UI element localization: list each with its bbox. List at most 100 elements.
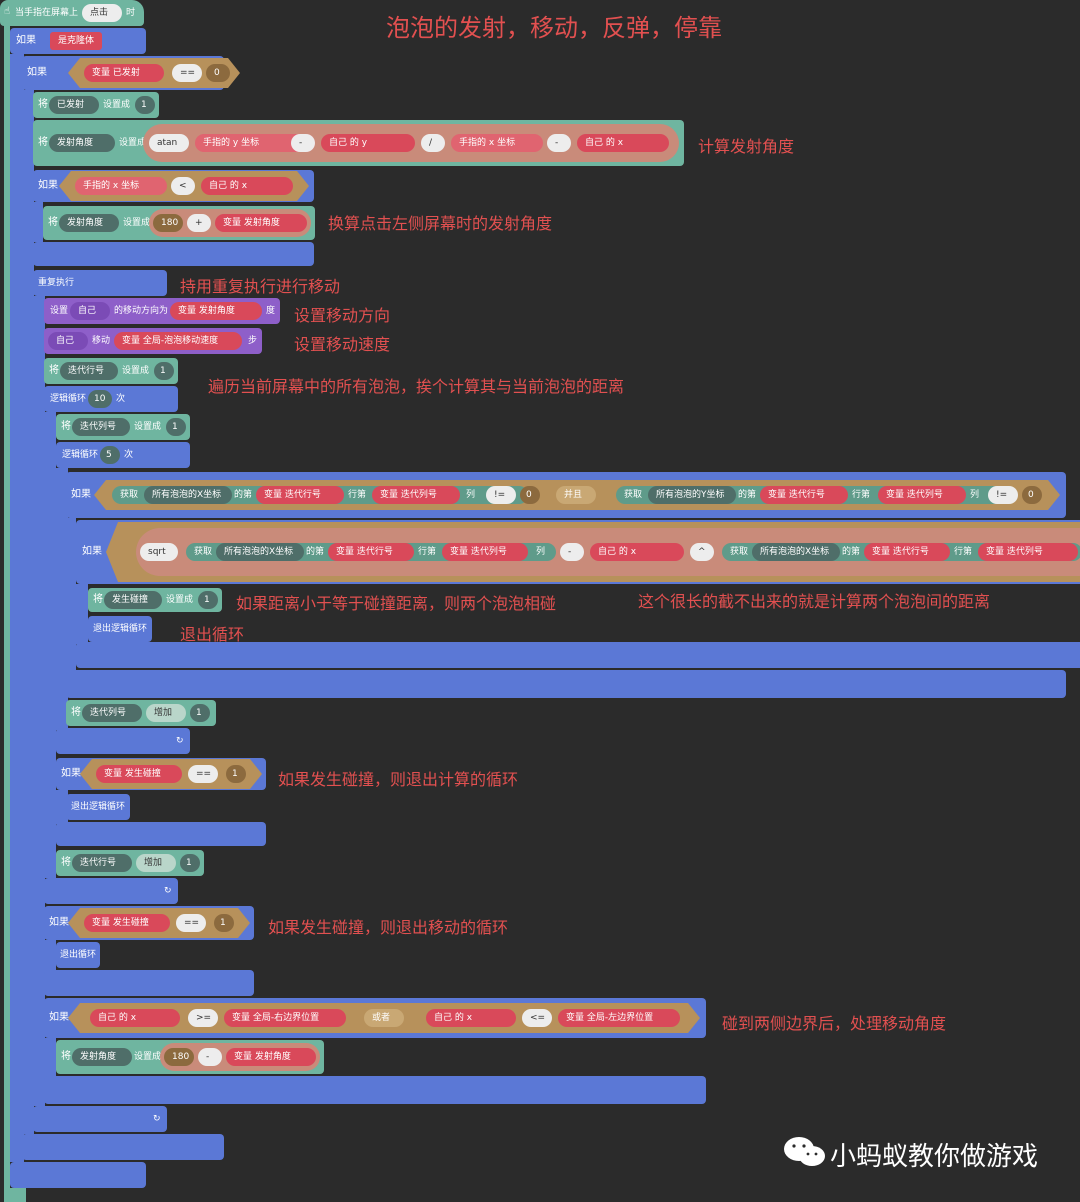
- or-op[interactable]: 或者: [364, 1009, 404, 1027]
- self-x[interactable]: 自己 的 x: [201, 177, 293, 195]
- var-col[interactable]: 变量 迭代列号: [372, 486, 460, 504]
- pow-op[interactable]: ^: [690, 543, 714, 561]
- value-5[interactable]: 5: [100, 446, 120, 464]
- exit-loop-block[interactable]: 退出循环: [56, 942, 100, 968]
- if-distance-block[interactable]: 如果 sqrt 获取 所有泡泡的X坐标 的第 变量 迭代行号 行第 变量 迭代列…: [76, 520, 1080, 584]
- minus-op[interactable]: -: [547, 134, 571, 152]
- row-var-dropdown[interactable]: 迭代行号: [72, 854, 132, 872]
- var-row[interactable]: 变量 迭代行号: [328, 543, 414, 561]
- sqrt-fn[interactable]: sqrt: [140, 543, 178, 561]
- if-bounds-block[interactable]: 如果 自己 的 x >= 变量 全局-右边界位置 或者 自己 的 x <= 变量…: [44, 998, 706, 1038]
- exit-logic-loop-block-2[interactable]: 退出逻辑循环: [66, 794, 130, 820]
- lt-op[interactable]: <: [171, 177, 195, 195]
- var-speed[interactable]: 变量 全局-泡泡移动速度: [114, 332, 242, 350]
- inc-op[interactable]: 增加: [136, 854, 176, 872]
- finger-x[interactable]: 手指的 x 坐标: [75, 177, 167, 195]
- angle-var-dropdown[interactable]: 发射角度: [49, 134, 115, 152]
- angle-var-dropdown[interactable]: 发射角度: [72, 1048, 132, 1066]
- eq-op[interactable]: ==: [188, 765, 218, 783]
- fired-var-dropdown[interactable]: 已发射: [49, 96, 99, 114]
- exit-logic-loop-block[interactable]: 退出逻辑循环: [88, 616, 152, 642]
- minus-op[interactable]: -: [560, 543, 584, 561]
- all-x-dropdown[interactable]: 所有泡泡的X坐标: [216, 543, 304, 561]
- inc-col-block[interactable]: 将 迭代列号 增加 1: [66, 700, 216, 726]
- is-clone-condition[interactable]: 是克隆体: [50, 32, 102, 50]
- if-collide-calc-block[interactable]: 如果 变量 发生碰撞 == 1: [56, 758, 266, 790]
- event-dropdown[interactable]: 点击: [82, 4, 122, 22]
- var-right-bound[interactable]: 变量 全局-右边界位置: [224, 1009, 346, 1027]
- set-angle-left-block[interactable]: 将 发射角度 设置成 180 + 变量 发射角度: [43, 206, 315, 240]
- collide-var-dropdown[interactable]: 发生碰撞: [104, 591, 162, 609]
- loop-5-block[interactable]: 逻辑循环 5 次: [56, 442, 190, 468]
- value-1[interactable]: 1: [154, 362, 174, 380]
- self-x[interactable]: 自己 的 x: [577, 134, 669, 152]
- col-var-dropdown[interactable]: 迭代列号: [82, 704, 142, 722]
- self-x[interactable]: 自己 的 x: [426, 1009, 516, 1027]
- plus-op[interactable]: +: [187, 214, 211, 232]
- row-var-dropdown[interactable]: 迭代行号: [60, 362, 118, 380]
- move-block[interactable]: 自己 移动 变量 全局-泡泡移动速度 步: [44, 328, 262, 354]
- set-fired-block[interactable]: 将 已发射 设置成 1: [33, 92, 159, 118]
- minus-op[interactable]: -: [198, 1048, 222, 1066]
- ge-op[interactable]: >=: [188, 1009, 218, 1027]
- col-var-dropdown[interactable]: 迭代列号: [72, 418, 130, 436]
- value-10[interactable]: 10: [88, 390, 112, 408]
- var-angle[interactable]: 变量 发射角度: [215, 214, 307, 232]
- value-180[interactable]: 180: [164, 1048, 194, 1066]
- finger-x[interactable]: 手指的 x 坐标: [451, 134, 543, 152]
- set-row-block[interactable]: 将 迭代行号 设置成 1: [44, 358, 178, 384]
- eq-op[interactable]: ==: [176, 914, 206, 932]
- le-op[interactable]: <=: [522, 1009, 552, 1027]
- inc-op[interactable]: 增加: [146, 704, 186, 722]
- var-col[interactable]: 变量 迭代列号: [878, 486, 966, 504]
- var-collide[interactable]: 变量 发生碰撞: [96, 765, 182, 783]
- set-angle-bounce-block[interactable]: 将 发射角度 设置成 180 - 变量 发射角度: [56, 1040, 324, 1074]
- self-dropdown[interactable]: 自己: [48, 332, 88, 350]
- value-1[interactable]: 1: [180, 854, 200, 872]
- var-left-bound[interactable]: 变量 全局-左边界位置: [558, 1009, 680, 1027]
- if-left-block[interactable]: 如果 手指的 x 坐标 < 自己 的 x: [33, 170, 314, 202]
- var-col[interactable]: 变量 迭代列号: [978, 543, 1078, 561]
- loop-10-block[interactable]: 逻辑循环 10 次: [44, 386, 178, 412]
- zero-value[interactable]: 0: [520, 486, 540, 504]
- all-x-dropdown[interactable]: 所有泡泡的X坐标: [752, 543, 840, 561]
- hat-block[interactable]: ☝ 当手指在屏幕上 点击 时: [0, 0, 144, 26]
- inc-row-block[interactable]: 将 迭代行号 增加 1: [56, 850, 204, 876]
- zero-value[interactable]: 0: [206, 64, 230, 82]
- var-row[interactable]: 变量 迭代行号: [760, 486, 848, 504]
- value-1[interactable]: 1: [226, 765, 246, 783]
- repeat-block[interactable]: 重复执行: [33, 270, 167, 296]
- minus-op[interactable]: -: [291, 134, 315, 152]
- angle-var-dropdown[interactable]: 发射角度: [59, 214, 119, 232]
- neq-op[interactable]: !=: [988, 486, 1018, 504]
- var-collide[interactable]: 变量 发生碰撞: [84, 914, 170, 932]
- var-angle[interactable]: 变量 发射角度: [226, 1048, 316, 1066]
- var-col[interactable]: 变量 迭代列号: [442, 543, 528, 561]
- and-op[interactable]: 并且: [556, 486, 596, 504]
- var-row[interactable]: 变量 迭代行号: [256, 486, 344, 504]
- eq-op[interactable]: ==: [172, 64, 202, 82]
- self-x[interactable]: 自己 的 x: [90, 1009, 180, 1027]
- self-y[interactable]: 自己 的 y: [321, 134, 415, 152]
- all-x-dropdown[interactable]: 所有泡泡的X坐标: [144, 486, 232, 504]
- var-angle[interactable]: 变量 发射角度: [170, 302, 262, 320]
- value-1[interactable]: 1: [166, 418, 186, 436]
- neq-op[interactable]: !=: [486, 486, 516, 504]
- value-180[interactable]: 180: [153, 214, 183, 232]
- value-1[interactable]: 1: [214, 914, 234, 932]
- div-op[interactable]: /: [421, 134, 445, 152]
- if-nonzero-block[interactable]: 如果 获取 所有泡泡的X坐标 的第 变量 迭代行号 行第 变量 迭代列号 列 !…: [66, 472, 1066, 518]
- if-collide-move-block[interactable]: 如果 变量 发生碰撞 == 1: [44, 906, 254, 940]
- value-1[interactable]: 1: [190, 704, 210, 722]
- set-direction-block[interactable]: 设置 自己 的移动方向为 变量 发射角度 度: [44, 298, 280, 324]
- if-fired-block[interactable]: 如果 变量 已发射 == 0: [22, 56, 224, 90]
- set-angle-block[interactable]: 将 发射角度 设置成 atan 手指的 y 坐标 - 自己 的 y / 手指的 …: [33, 120, 684, 166]
- if-clone-block[interactable]: 如果 是克隆体: [10, 28, 146, 54]
- var-row[interactable]: 变量 迭代行号: [864, 543, 950, 561]
- value-1[interactable]: 1: [135, 96, 155, 114]
- self-dropdown[interactable]: 自己: [70, 302, 110, 320]
- atan-fn[interactable]: atan: [149, 134, 189, 152]
- set-col-block[interactable]: 将 迭代列号 设置成 1: [56, 414, 190, 440]
- set-collide-block[interactable]: 将 发生碰撞 设置成 1: [88, 588, 222, 612]
- zero-value[interactable]: 0: [1022, 486, 1042, 504]
